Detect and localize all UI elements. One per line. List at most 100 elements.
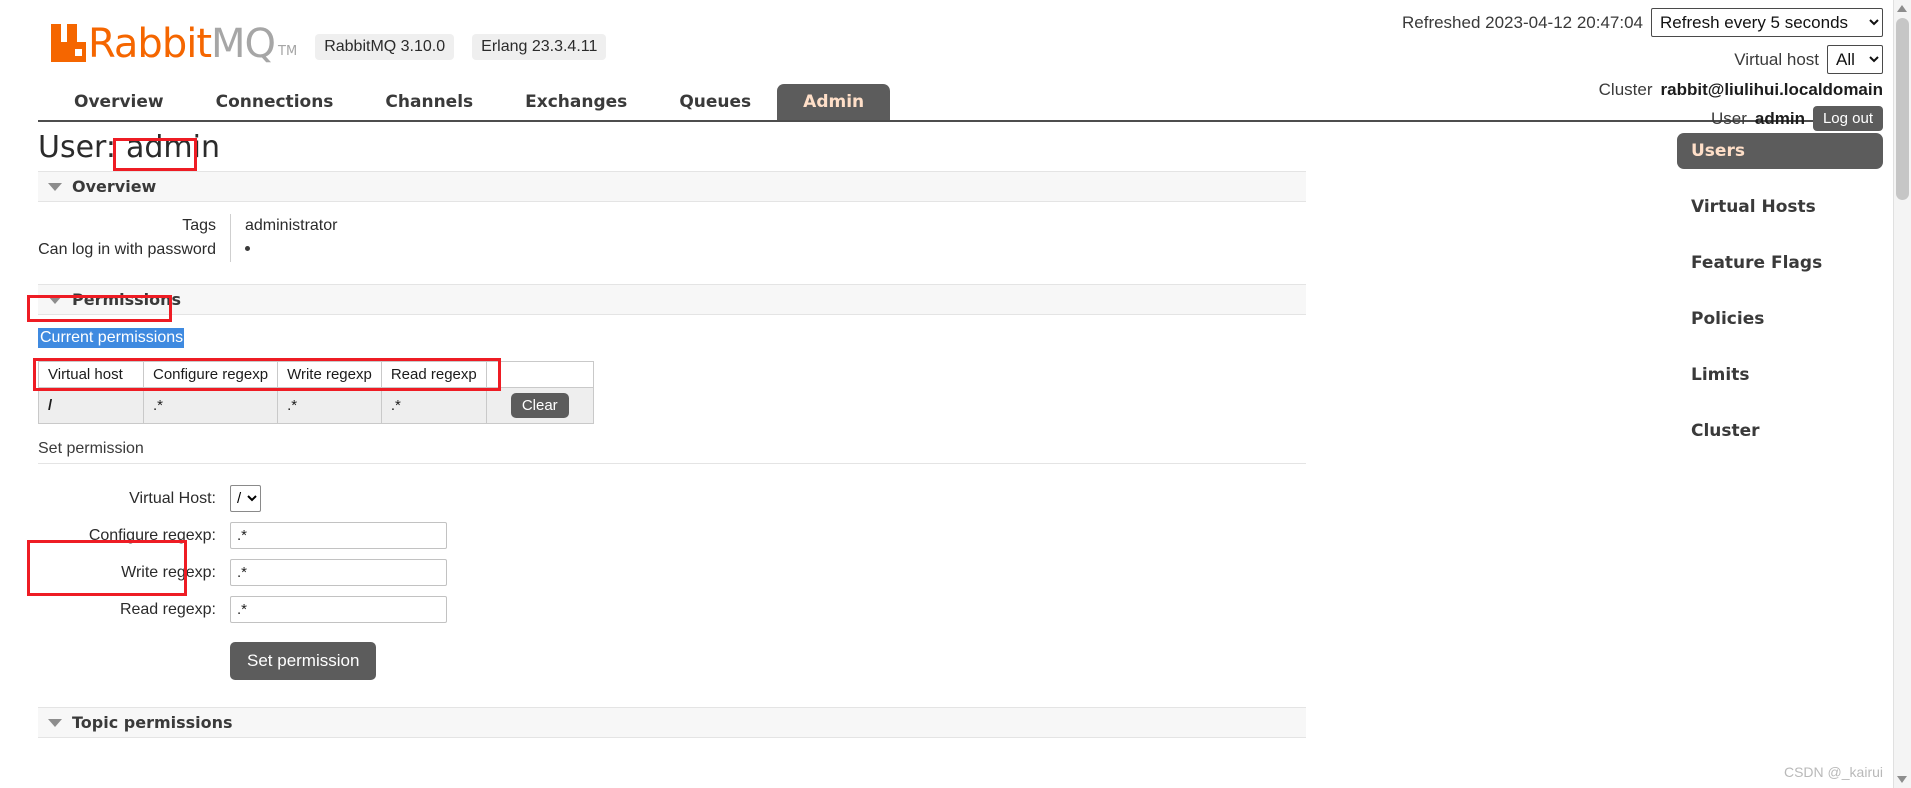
main-navigation: Overview Connections Channels Exchanges … [48, 84, 891, 121]
virtual-host-form-select[interactable]: / [230, 485, 261, 512]
nav-tab-overview[interactable]: Overview [48, 84, 190, 121]
set-permission-heading: Set permission [38, 440, 1306, 464]
logo-text-primary: Rabbit [88, 21, 212, 67]
nav-tab-queues[interactable]: Queues [653, 84, 777, 121]
logout-button[interactable]: Log out [1812, 106, 1883, 131]
submit-spacer [38, 628, 230, 685]
form-row-submit: Set permission [38, 628, 447, 685]
brand-area: RabbitMQ TM RabbitMQ 3.10.0 Erlang 23.3.… [48, 22, 607, 64]
header-status-block: Refreshed 2023-04-12 20:47:04 Refresh ev… [1263, 0, 1883, 131]
table-row: Tags administrator [38, 214, 545, 238]
sidebar-item-policies[interactable]: Policies [1677, 301, 1883, 337]
page-scrollbar[interactable] [1893, 0, 1911, 788]
overview-value-tags: administrator [230, 214, 545, 238]
watermark: CSDN @_kairui [1783, 764, 1883, 780]
write-regexp-input[interactable] [230, 559, 447, 586]
sidebar-item-limits[interactable]: Limits [1677, 357, 1883, 393]
rabbitmq-logo[interactable]: RabbitMQ TM [48, 22, 297, 64]
rabbitmq-logo-icon [51, 24, 86, 62]
section-header-overview-label: Overview [72, 177, 157, 196]
column-header-virtual-host: Virtual host [38, 361, 144, 388]
cluster-name: rabbit@liulihui.localdomain [1660, 80, 1883, 99]
form-row-configure: Configure regexp: [38, 517, 447, 554]
logo-trademark: TM [278, 44, 298, 59]
refreshed-timestamp: Refreshed 2023-04-12 20:47:04 [1401, 12, 1643, 32]
chevron-down-icon [48, 718, 62, 727]
nav-tab-channels[interactable]: Channels [359, 84, 499, 121]
cluster-row: Cluster rabbit@liulihui.localdomain [1263, 80, 1883, 100]
column-header-write-regexp: Write regexp [277, 361, 382, 388]
admin-sidebar: Users Virtual Hosts Feature Flags Polici… [1677, 133, 1883, 469]
overview-value-can-login [230, 238, 545, 262]
page-title-prefix: User: [38, 130, 116, 165]
virtual-host-label: Virtual host [1734, 49, 1819, 69]
nav-tab-exchanges[interactable]: Exchanges [499, 84, 653, 121]
current-permissions-table: Virtual host Configure regexp Write rege… [38, 361, 594, 424]
configure-regexp-input[interactable] [230, 522, 447, 549]
form-row-write: Write regexp: [38, 554, 447, 591]
column-header-configure-regexp: Configure regexp [142, 361, 279, 388]
nav-tab-admin[interactable]: Admin [777, 84, 891, 121]
refresh-interval-select[interactable]: Refresh every 5 seconds [1651, 8, 1883, 37]
field-configure-regexp [230, 517, 447, 554]
column-header-read-regexp: Read regexp [380, 361, 487, 388]
user-name: admin [1754, 108, 1805, 128]
page-title-username: admin [125, 130, 220, 165]
table-header-row: Virtual host Configure regexp Write rege… [38, 361, 594, 388]
field-virtual-host: / [230, 480, 447, 517]
current-permissions-link[interactable]: Current permissions [38, 328, 185, 348]
label-write-regexp: Write regexp: [121, 563, 216, 581]
cell-configure-regexp: .* [142, 387, 279, 424]
scrollbar-thumb[interactable] [1896, 18, 1909, 200]
set-permission-form: Virtual Host: / Configure regexp: Write … [38, 480, 447, 685]
chevron-down-icon [48, 295, 62, 304]
permissions-block: Permissions Current permissions Virtual … [38, 284, 1306, 685]
scroll-up-arrow-icon[interactable] [1897, 5, 1907, 12]
section-header-topic-permissions[interactable]: Topic permissions [38, 707, 1306, 738]
refresh-row: Refreshed 2023-04-12 20:47:04 Refresh ev… [1263, 8, 1883, 37]
user-row: User admin Log out [1263, 106, 1883, 131]
topic-permissions-block: Topic permissions [38, 707, 1306, 738]
page-title: User: admin [38, 130, 1306, 165]
sidebar-item-users[interactable]: Users [1677, 133, 1883, 169]
cluster-label: Cluster [1598, 80, 1653, 99]
column-header-actions [485, 361, 594, 388]
version-pill-rabbitmq: RabbitMQ 3.10.0 [315, 34, 455, 60]
current-permissions-wrap: Current permissions [38, 328, 185, 348]
table-row: Can log in with password [38, 238, 545, 262]
user-overview-table: Tags administrator Can log in with passw… [38, 214, 545, 262]
field-write-regexp [230, 554, 447, 591]
logo-text: RabbitMQ [88, 21, 276, 67]
cell-virtual-host: / [38, 387, 144, 424]
version-pill-erlang: Erlang 23.3.4.11 [472, 34, 607, 60]
section-header-topic-permissions-label: Topic permissions [72, 713, 233, 732]
cell-actions: Clear [485, 387, 594, 424]
sidebar-item-feature-flags[interactable]: Feature Flags [1677, 245, 1883, 281]
sidebar-item-virtual-hosts[interactable]: Virtual Hosts [1677, 189, 1883, 225]
field-submit: Set permission [230, 628, 447, 685]
user-label: User [1710, 108, 1747, 128]
chevron-down-icon [48, 182, 62, 191]
overview-key-tags: Tags [182, 217, 216, 234]
virtual-host-select[interactable]: All [1827, 45, 1883, 74]
nav-tab-connections[interactable]: Connections [190, 84, 360, 121]
label-read-regexp: Read regexp: [119, 600, 216, 618]
overview-key-can-login: Can log in with password [38, 241, 216, 258]
form-row-read: Read regexp: [38, 591, 447, 628]
label-configure-regexp: Configure regexp: [88, 526, 216, 544]
scroll-down-arrow-icon[interactable] [1897, 776, 1907, 783]
form-row-virtual-host: Virtual Host: / [38, 480, 447, 517]
read-regexp-input[interactable] [230, 596, 447, 623]
set-permission-button[interactable]: Set permission [230, 642, 377, 680]
bullet-icon [245, 246, 250, 251]
clear-permission-button[interactable]: Clear [510, 393, 569, 418]
main-content: User: admin Overview Tags administrator … [38, 130, 1306, 738]
section-header-overview[interactable]: Overview [38, 171, 1306, 202]
table-row: / .* .* .* Clear [38, 387, 594, 424]
field-read-regexp [230, 591, 447, 628]
section-header-permissions[interactable]: Permissions [38, 284, 1306, 315]
cell-read-regexp: .* [380, 387, 487, 424]
section-header-permissions-label: Permissions [72, 290, 182, 309]
label-virtual-host: Virtual Host: [129, 489, 216, 507]
sidebar-item-cluster[interactable]: Cluster [1677, 413, 1883, 449]
